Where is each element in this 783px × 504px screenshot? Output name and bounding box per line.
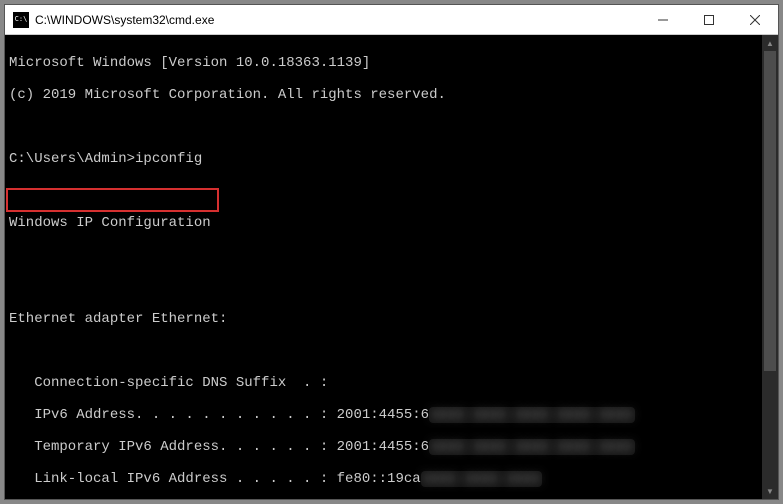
vertical-scrollbar[interactable]: ▲ ▼	[762, 35, 778, 499]
close-icon	[750, 15, 760, 25]
maximize-icon	[704, 15, 714, 25]
scrollbar-thumb[interactable]	[764, 51, 776, 371]
blurred-value: xxxx xxxx xxxx	[421, 471, 543, 487]
cmd-icon: C:\	[13, 12, 29, 28]
minimize-icon	[658, 15, 668, 25]
close-button[interactable]	[732, 5, 778, 35]
ipconfig-header: Windows IP Configuration	[9, 215, 774, 231]
adapter1-link-local: Link-local IPv6 Address . . . . . : fe80…	[9, 471, 774, 487]
version-line: Microsoft Windows [Version 10.0.18363.11…	[9, 55, 774, 71]
terminal-output[interactable]: Microsoft Windows [Version 10.0.18363.11…	[5, 35, 778, 499]
adapter1-dns-suffix: Connection-specific DNS Suffix . :	[9, 375, 774, 391]
scroll-up-arrow[interactable]: ▲	[762, 35, 778, 51]
maximize-button[interactable]	[686, 5, 732, 35]
cmd-window: C:\ C:\WINDOWS\system32\cmd.exe Microsof…	[4, 4, 779, 500]
adapter1-heading: Ethernet adapter Ethernet:	[9, 311, 774, 327]
blurred-value: xxxx xxxx xxxx xxxx xxxx	[429, 407, 635, 423]
adapter1-temp-ipv6: Temporary IPv6 Address. . . . . . : 2001…	[9, 439, 774, 455]
prompt-ipconfig: C:\Users\Admin>ipconfig	[9, 151, 774, 167]
titlebar[interactable]: C:\ C:\WINDOWS\system32\cmd.exe	[5, 5, 778, 35]
blurred-value: xxxx xxxx xxxx xxxx xxxx	[429, 439, 635, 455]
minimize-button[interactable]	[640, 5, 686, 35]
window-title: C:\WINDOWS\system32\cmd.exe	[35, 13, 214, 27]
adapter1-ipv6: IPv6 Address. . . . . . . . . . . : 2001…	[9, 407, 774, 423]
copyright-line: (c) 2019 Microsoft Corporation. All righ…	[9, 87, 774, 103]
scroll-down-arrow[interactable]: ▼	[762, 483, 778, 499]
